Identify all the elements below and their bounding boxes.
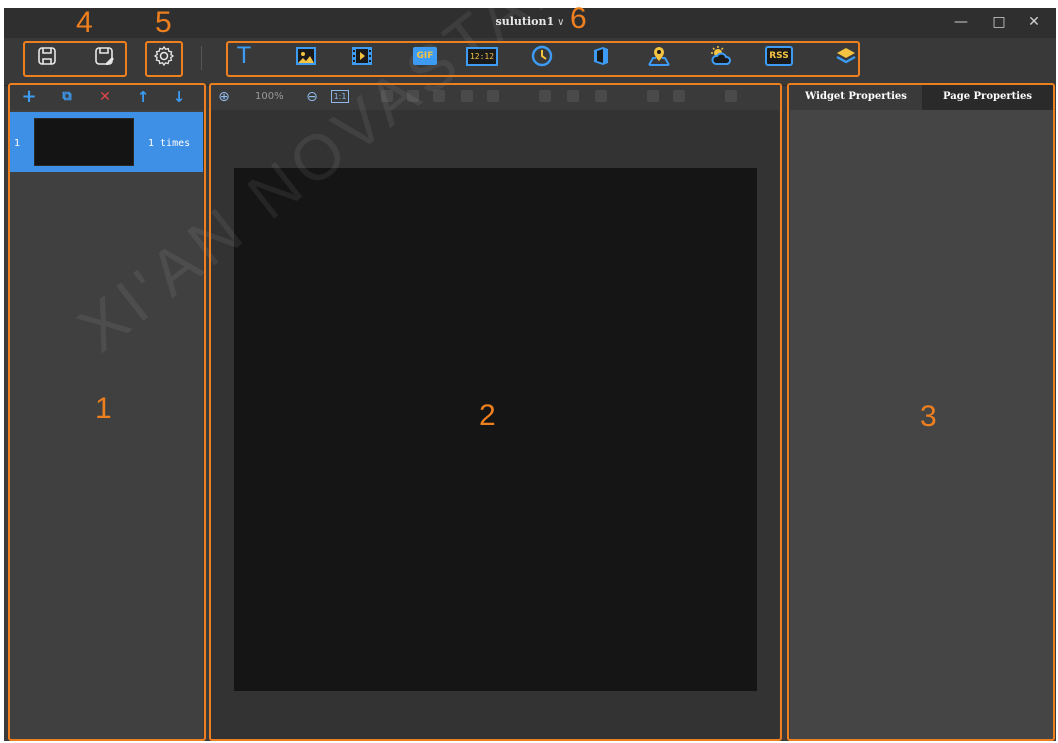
gif-icon: GIF [412,47,438,65]
add-gif-button[interactable]: GIF [411,42,439,70]
add-rss-button[interactable]: RSS [765,42,793,70]
align-horizontal-icon [647,90,659,102]
app-window: sulution1 ∨ — □ ✕ + ⧉ ✕ ↑ ↓ 1 1 times ⊕ 1… [4,0,1056,741]
toolbar-separator [201,46,202,70]
copy-page-icon[interactable]: ⧉ [58,88,76,106]
add-office-button[interactable] [587,42,615,70]
fill-screen-icon [539,90,551,102]
digital-clock-icon: 12:12 [465,46,499,66]
add-location-button[interactable] [645,42,673,70]
settings-button[interactable] [150,42,178,70]
chevron-down-icon[interactable]: ∨ [557,17,564,28]
save-as-icon [95,47,114,65]
properties-tabs: Widget Properties Page Properties [790,84,1053,110]
page-list-item[interactable]: 1 1 times [10,112,203,172]
weather-icon [711,46,731,65]
add-weather-button[interactable] [707,42,735,70]
layers-button[interactable] [832,42,860,70]
callout-number-2: 2 [479,399,496,432]
image-icon [296,47,316,65]
save-icon [38,47,56,65]
callout-number-1: 1 [95,392,112,425]
page-thumbnail [34,118,134,166]
minimize-button[interactable]: — [949,12,973,32]
close-widget-icon [725,90,737,102]
delete-page-icon[interactable]: ✕ [96,88,114,106]
rss-icon: RSS [765,46,793,66]
page-list-toolbar: + ⧉ ✕ ↑ ↓ [10,84,203,110]
tab-widget-properties[interactable]: Widget Properties [790,84,922,110]
delete-widget-icon [381,90,393,102]
add-text-button[interactable]: T [230,42,258,70]
add-analog-clock-button[interactable] [528,42,556,70]
page-number: 1 [14,138,21,149]
add-image-button[interactable] [292,42,320,70]
move-up-icon[interactable]: ↑ [134,88,152,106]
send-to-back-icon [487,90,499,102]
add-video-button[interactable] [348,42,376,70]
bring-forward-icon [407,90,419,102]
move-down-icon[interactable]: ↓ [170,88,188,106]
bring-to-front-icon [461,90,473,102]
add-page-icon[interactable]: + [20,88,38,106]
tab-page-properties[interactable]: Page Properties [922,84,1053,110]
save-as-button[interactable] [91,42,119,70]
align-vertical-icon [673,90,685,102]
analog-clock-icon [531,45,553,67]
zoom-in-icon[interactable]: ⊕ [215,88,233,106]
zoom-out-icon[interactable]: ⊖ [303,88,321,106]
office-icon [594,47,608,65]
callout-number-6: 6 [570,2,587,35]
layers-icon [836,48,856,64]
maximize-button[interactable]: □ [987,12,1011,32]
video-icon [352,47,372,65]
add-digital-clock-button[interactable]: 12:12 [465,42,499,70]
editor-toolbar: ⊕ 100% ⊖ 1:1 [211,84,779,110]
callout-number-3: 3 [920,400,937,433]
callout-number-5: 5 [155,6,172,39]
text-icon: T [236,42,252,69]
save-button[interactable] [33,42,61,70]
page-repeat-count: 1 times [148,138,191,149]
actual-size-icon[interactable]: 1:1 [331,90,349,103]
settings-icon [153,45,175,67]
close-button[interactable]: ✕ [1022,12,1046,32]
align-left-icon [595,90,607,102]
send-backward-icon [433,90,445,102]
callout-number-4: 4 [76,6,93,39]
align-top-icon [567,90,579,102]
location-icon [648,47,670,66]
zoom-level: 100% [255,91,284,102]
